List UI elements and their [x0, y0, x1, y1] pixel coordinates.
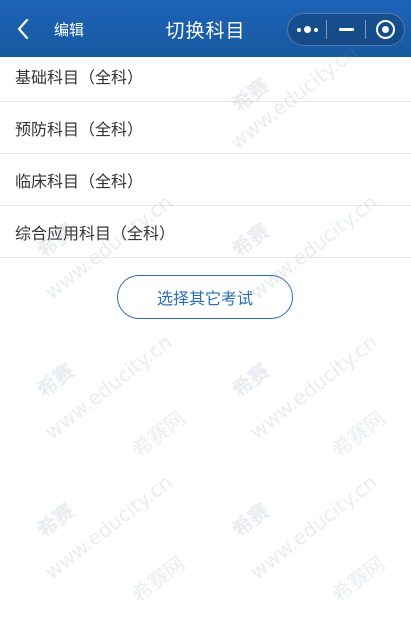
watermark-logo: 希赛	[227, 358, 274, 403]
close-target-icon	[375, 20, 395, 39]
edit-link[interactable]: 编辑	[54, 19, 84, 40]
subject-label: 综合应用科目（全科）	[15, 223, 176, 243]
more-button[interactable]	[288, 14, 326, 45]
watermark-net: 希赛网	[127, 406, 190, 463]
close-button[interactable]	[366, 14, 404, 45]
top-navbar: 编辑 切换科目	[0, 0, 411, 57]
minimize-icon	[338, 28, 354, 31]
watermark-domain: www.educity.cn	[40, 469, 177, 584]
subject-item-basic[interactable]: 基础科目（全科）	[0, 50, 411, 102]
subject-label: 预防科目（全科）	[15, 119, 144, 139]
subject-list: 基础科目（全科） 预防科目（全科） 临床科目（全科） 综合应用科目（全科）	[0, 50, 411, 258]
back-button[interactable]	[8, 12, 38, 46]
subject-item-clinical[interactable]: 临床科目（全科）	[0, 154, 411, 206]
watermark-domain: www.educity.cn	[40, 329, 177, 444]
minimize-button[interactable]	[327, 14, 365, 45]
watermark-logo: 希赛	[227, 498, 274, 543]
watermark-net: 希赛网	[127, 551, 190, 608]
more-dots-icon	[296, 26, 318, 33]
chevron-left-icon	[17, 18, 29, 40]
watermark-net: 希赛网	[327, 406, 390, 463]
subject-item-prevention[interactable]: 预防科目（全科）	[0, 102, 411, 154]
miniprogram-capsule	[287, 13, 405, 46]
subject-item-comprehensive[interactable]: 综合应用科目（全科）	[0, 206, 411, 258]
select-other-exam-button[interactable]: 选择其它考试	[117, 275, 293, 319]
watermark-domain: www.educity.cn	[245, 329, 382, 444]
watermark-logo: 希赛	[32, 498, 79, 543]
watermark-logo: 希赛	[32, 358, 79, 403]
subject-label: 临床科目（全科）	[15, 171, 144, 191]
watermark-domain: www.educity.cn	[245, 469, 382, 584]
watermark-net: 希赛网	[327, 551, 390, 608]
subject-label: 基础科目（全科）	[15, 67, 144, 87]
